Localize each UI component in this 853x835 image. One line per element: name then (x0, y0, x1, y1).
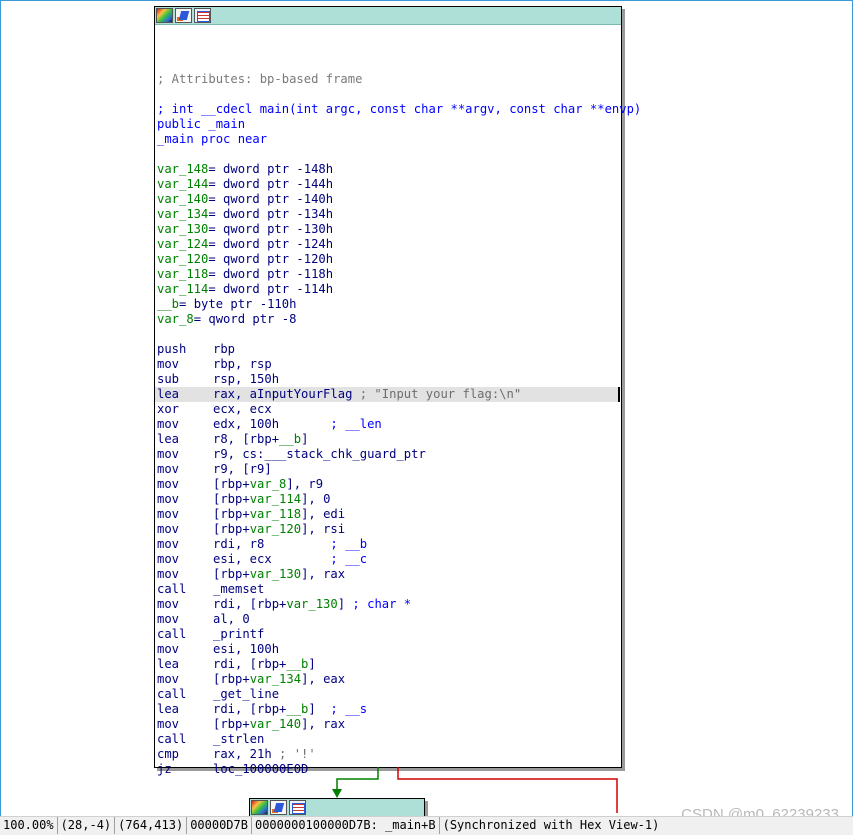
status-zoom: 100.00% (0, 817, 58, 834)
edge-true-branch (336, 767, 379, 791)
flow-edges (332, 767, 618, 813)
node-title-bar (250, 799, 424, 817)
status-bar: 100.00% (28,-4) (764,413) 00000D7B 000000010… (0, 816, 853, 835)
rename-icon[interactable] (270, 800, 287, 815)
graph-view-canvas[interactable]: ; Attributes: bp-based frame; int __cdec… (0, 0, 853, 830)
status-mouse: (764,413) (115, 817, 188, 834)
graph-icon[interactable] (289, 800, 306, 815)
status-address: 0000000100000D7B: _main+B (252, 817, 440, 834)
status-file-offset: 00000D7B (187, 817, 252, 834)
edge-false-branch (397, 767, 618, 813)
status-offset: (28,-4) (58, 817, 116, 834)
edge-true-arrow (332, 789, 342, 798)
palette-icon[interactable] (251, 800, 268, 815)
status-sync: (Synchronized with Hex View-1) (442, 818, 660, 832)
